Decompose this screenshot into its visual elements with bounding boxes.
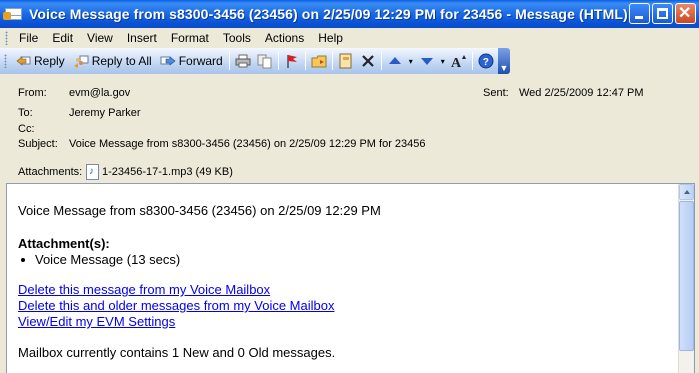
vertical-scrollbar[interactable] xyxy=(678,184,694,373)
attachments-title: Attachment(s): xyxy=(18,236,110,251)
menu-edit[interactable]: Edit xyxy=(45,31,80,45)
toolbar-grip[interactable] xyxy=(4,54,7,68)
voice-message-icon xyxy=(3,6,23,22)
next-item-button[interactable] xyxy=(416,50,438,72)
menu-actions[interactable]: Actions xyxy=(258,31,311,45)
help-button[interactable]: ? xyxy=(475,50,497,72)
print-button[interactable] xyxy=(232,50,254,72)
audio-file-icon: ♪ xyxy=(86,164,99,180)
svg-text:?: ? xyxy=(483,57,489,68)
attachment-list-item: Voice Message (13 secs) xyxy=(18,252,180,267)
delete-icon xyxy=(361,55,374,67)
menu-grip[interactable] xyxy=(5,31,8,45)
flag-icon xyxy=(287,55,297,68)
toolbar-separator xyxy=(228,52,230,70)
move-to-folder-button[interactable] xyxy=(308,50,330,72)
previous-item-button[interactable] xyxy=(384,50,406,72)
toolbar-options-chevron[interactable]: ▼ xyxy=(498,48,510,74)
message-body: Voice Message from s8300-3456 (23456) on… xyxy=(6,183,695,373)
forward-button[interactable]: Forward xyxy=(156,50,227,72)
window-title: Voice Message from s8300-3456 (23456) on… xyxy=(29,6,628,22)
forward-icon xyxy=(160,53,176,69)
menu-file[interactable]: File xyxy=(12,31,45,45)
font-size-button[interactable]: A xyxy=(448,50,470,72)
sent-row: Sent: Wed 2/25/2009 12:47 PM xyxy=(483,87,644,99)
to-label: To: xyxy=(18,107,33,119)
menu-tools[interactable]: Tools xyxy=(216,31,258,45)
menu-view[interactable]: View xyxy=(80,31,120,45)
close-button[interactable]: ✕ xyxy=(675,3,696,24)
address-book-icon xyxy=(339,53,352,69)
menu-insert[interactable]: Insert xyxy=(120,31,164,45)
follow-up-flag-button[interactable] xyxy=(281,50,303,72)
delete-button[interactable] xyxy=(357,50,379,72)
svg-text:A: A xyxy=(451,56,462,69)
previous-dropdown[interactable]: ▾ xyxy=(406,50,416,72)
sent-value: Wed 2/25/2009 12:47 PM xyxy=(519,87,644,99)
subject-label: Subject: xyxy=(18,138,58,150)
minimize-button[interactable] xyxy=(629,3,650,24)
sent-label: Sent: xyxy=(483,87,509,99)
scroll-up-button[interactable] xyxy=(679,184,694,200)
reply-all-button[interactable]: Reply to All xyxy=(69,50,156,72)
mailbox-status: Mailbox currently contains 1 New and 0 O… xyxy=(18,345,336,360)
print-icon xyxy=(235,54,251,68)
menu-help[interactable]: Help xyxy=(311,31,350,45)
menu-format[interactable]: Format xyxy=(164,31,216,45)
evm-settings-link[interactable]: View/Edit my EVM Settings xyxy=(18,314,175,329)
previous-arrow-icon xyxy=(388,57,401,64)
message-header: From: evm@la.gov Sent: Wed 2/25/2009 12:… xyxy=(0,74,699,182)
title-bar: Voice Message from s8300-3456 (23456) on… xyxy=(0,0,699,28)
reply-all-icon xyxy=(73,53,89,69)
scroll-thumb[interactable] xyxy=(679,201,694,351)
reply-button[interactable]: Reply xyxy=(11,50,69,72)
copy-icon xyxy=(257,54,272,69)
font-size-icon: A xyxy=(451,55,466,69)
attachments-label: Attachments: xyxy=(18,166,83,178)
to-value[interactable]: Jeremy Parker xyxy=(69,107,141,119)
reply-icon xyxy=(15,53,31,69)
addresses-button[interactable] xyxy=(335,50,357,72)
from-label: From: xyxy=(18,87,47,99)
cc-label: Cc: xyxy=(18,123,35,135)
body-heading: Voice Message from s8300-3456 (23456) on… xyxy=(18,203,381,218)
next-dropdown[interactable]: ▾ xyxy=(438,50,448,72)
next-arrow-icon xyxy=(420,58,433,65)
delete-message-link[interactable]: Delete this message from my Voice Mailbo… xyxy=(18,282,270,297)
from-value[interactable]: evm@la.gov xyxy=(69,87,130,99)
menu-bar: File Edit View Insert Format Tools Actio… xyxy=(0,28,699,48)
attachment-file[interactable]: 1-23456-17-1.mp3 (49 KB) xyxy=(102,166,233,178)
maximize-button[interactable] xyxy=(652,3,673,24)
delete-older-messages-link[interactable]: Delete this and older messages from my V… xyxy=(18,298,334,313)
copy-button[interactable] xyxy=(254,50,276,72)
folder-icon xyxy=(311,55,327,68)
help-icon: ? xyxy=(478,53,494,69)
standard-toolbar: Reply Reply to All Forward ▾ ▾ A ? ▼ xyxy=(0,48,510,74)
subject-value: Voice Message from s8300-3456 (23456) on… xyxy=(69,138,426,150)
bullet xyxy=(21,257,25,262)
